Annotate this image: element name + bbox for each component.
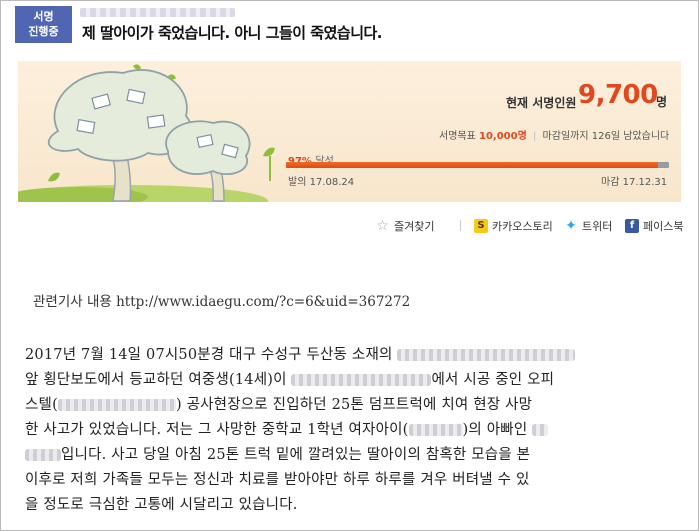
badge-line-1: 서명 bbox=[33, 10, 54, 23]
redacted-text bbox=[397, 349, 576, 361]
kakaostory-button[interactable]: S 카카오스토리 bbox=[474, 218, 553, 234]
goal-label: 서명목표 bbox=[439, 131, 476, 142]
end-date-value: 17.12.31 bbox=[622, 177, 668, 188]
share-divider bbox=[460, 220, 461, 231]
article-line-6: 이후로 저희 가족들 모두는 정신과 치료를 받아야만 하루 하루를 겨우 버텨… bbox=[25, 468, 530, 489]
signature-count-value: 9,700 bbox=[578, 80, 658, 110]
signature-count-label: 현재 서명인원 bbox=[506, 96, 577, 110]
twitter-button[interactable]: ✦ 트위터 bbox=[564, 218, 612, 234]
favorite-button[interactable]: ☆ 즐겨찾기 bbox=[375, 218, 434, 234]
goal-separator: | bbox=[532, 131, 537, 142]
favorite-label: 즐겨찾기 bbox=[394, 220, 435, 233]
article-line-2: 앞 횡단보도에서 등교하던 여중생(14세)이 에서 시공 중인 오피 bbox=[25, 368, 554, 389]
status-badge: 서명 진행중 bbox=[15, 6, 72, 43]
twitter-label: 트위터 bbox=[582, 220, 613, 233]
badge-line-2: 진행중 bbox=[28, 25, 59, 38]
article-text: 한 사고가 있었습니다. 저는 그 사망한 중학교 1학년 여자아이( bbox=[25, 422, 409, 438]
redacted-text bbox=[291, 374, 432, 386]
redacted-text bbox=[25, 449, 61, 461]
kakaostory-icon: S bbox=[474, 219, 488, 233]
article-text: 을 정도로 극심한 고통에 시달리고 있습니다. bbox=[25, 497, 298, 513]
goal-deadline-line: 서명목표 10,000명 | 마감일까지 126일 남았습니다 bbox=[439, 127, 669, 142]
start-date-value: 17.08.24 bbox=[309, 177, 355, 188]
facebook-button[interactable]: f 페이스북 bbox=[625, 218, 683, 234]
redacted-text bbox=[57, 399, 176, 411]
article-line-3: 스텔( ) 공사현장으로 진입하던 25톤 덤프트럭에 치여 현장 사망 bbox=[25, 393, 532, 414]
kakaostory-label: 카카오스토리 bbox=[492, 220, 553, 233]
redacted-text bbox=[408, 424, 463, 436]
deadline-value: 126일 bbox=[591, 131, 621, 142]
article-text: 2017년 7월 14일 07시50분경 대구 수성구 두산동 소재의 bbox=[25, 347, 393, 363]
end-date: 마감 17.12.31 bbox=[601, 173, 667, 188]
progress-bar-fill bbox=[286, 162, 658, 168]
deadline-label: 마감일까지 bbox=[542, 131, 589, 142]
petition-title: 제 딸아이가 죽었습니다. 아니 그들이 죽였습니다. bbox=[82, 24, 383, 42]
article-text: 이후로 저희 가족들 모두는 정신과 치료를 받아야만 하루 하루를 겨우 버텨… bbox=[25, 472, 530, 488]
article-line-4: 한 사고가 있었습니다. 저는 그 사망한 중학교 1학년 여자아이( )의 아빠… bbox=[25, 418, 549, 439]
tree-illustration bbox=[18, 64, 275, 202]
petition-banner: 현재 서명인원 9,700 명 서명목표 10,000명 | 마감일까지 126… bbox=[18, 61, 681, 202]
article-text: )의 아빠인 bbox=[462, 422, 528, 438]
start-label: 발의 bbox=[288, 177, 307, 188]
article-text: 앞 횡단보도에서 등교하던 여중생(14세)이 bbox=[25, 372, 287, 388]
signature-count-unit: 명 bbox=[656, 95, 668, 109]
blurred-category bbox=[80, 8, 235, 17]
related-article-source: 관련기사 내용 http://www.idaegu.com/?c=6&uid=3… bbox=[33, 294, 411, 310]
article-text: 스텔( bbox=[25, 397, 58, 413]
start-date: 발의 17.08.24 bbox=[288, 173, 354, 188]
article-line-7: 을 정도로 극심한 고통에 시달리고 있습니다. bbox=[25, 493, 298, 514]
article-text: 에서 시공 중인 오피 bbox=[431, 372, 555, 388]
goal-value: 10,000명 bbox=[479, 131, 527, 142]
facebook-icon: f bbox=[625, 219, 639, 233]
article-text: 입니다. 사고 당일 아침 25톤 트럭 밑에 깔려있는 딸아이의 참혹한 모습… bbox=[61, 447, 531, 463]
facebook-label: 페이스북 bbox=[643, 220, 684, 233]
twitter-icon: ✦ bbox=[565, 218, 577, 234]
deadline-suffix: 남았습니다 bbox=[623, 131, 670, 142]
article-text: ) 공사현장으로 진입하던 25톤 덤프트럭에 치여 현장 사망 bbox=[175, 397, 533, 413]
redacted-text bbox=[532, 424, 549, 436]
article-line-1: 2017년 7월 14일 07시50분경 대구 수성구 두산동 소재의 bbox=[25, 343, 576, 364]
star-icon: ☆ bbox=[376, 218, 389, 234]
end-label: 마감 bbox=[601, 177, 620, 188]
article-line-5: 입니다. 사고 당일 아침 25톤 트럭 밑에 깔려있는 딸아이의 참혹한 모습… bbox=[25, 443, 530, 464]
progress-bar bbox=[286, 162, 669, 168]
